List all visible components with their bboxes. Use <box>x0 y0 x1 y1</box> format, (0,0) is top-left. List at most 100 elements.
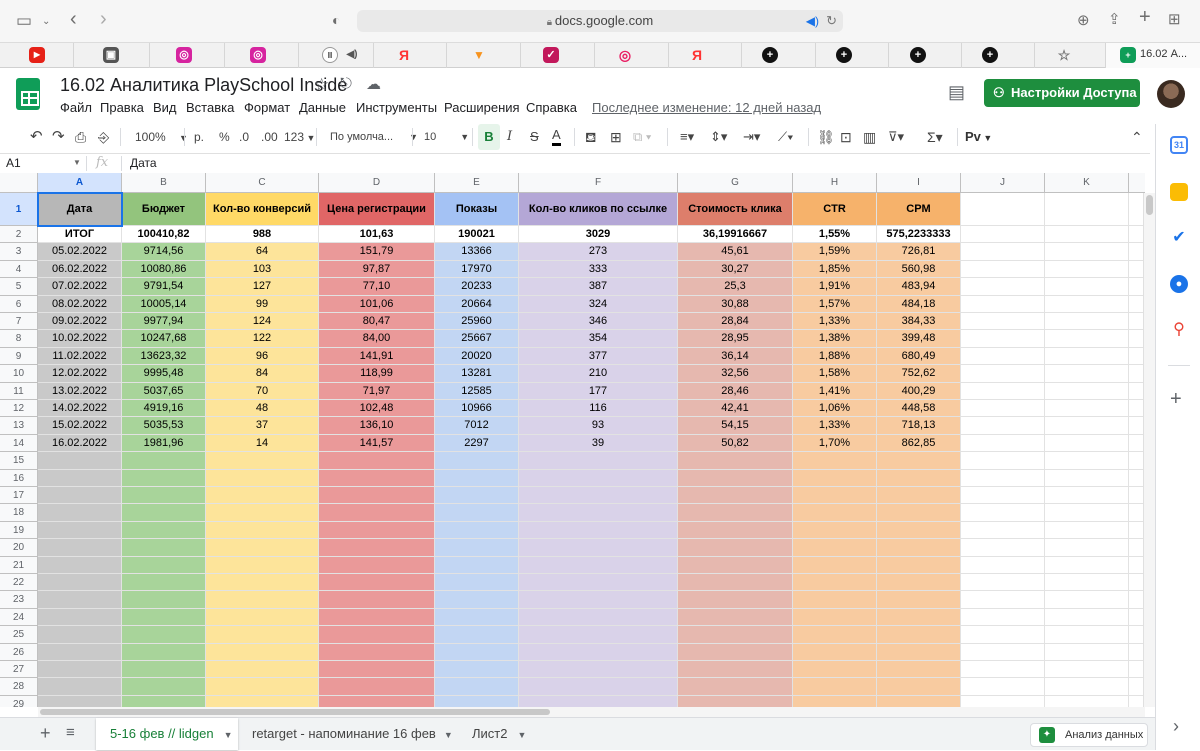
cell[interactable] <box>961 243 1045 261</box>
cell[interactable]: 136,10 <box>319 417 435 435</box>
cell[interactable] <box>435 521 519 540</box>
vertical-scrollbar[interactable] <box>1143 193 1155 707</box>
cell[interactable]: 10005,14 <box>122 295 206 313</box>
yandex-icon[interactable]: Я <box>689 47 705 63</box>
sheet-tab[interactable]: Лист2 ▼ <box>458 718 538 750</box>
cell[interactable]: 16.02.2022 <box>38 434 122 453</box>
cell[interactable] <box>206 504 319 522</box>
cell[interactable] <box>961 487 1045 505</box>
cell[interactable]: 141,57 <box>319 434 435 453</box>
audio-icon[interactable]: ◀︎) <box>806 10 819 32</box>
text-wrap-icon[interactable]: ⇥▾ <box>743 124 760 150</box>
cell[interactable] <box>206 556 319 574</box>
row-header[interactable]: 15 <box>0 452 38 470</box>
menu-file[interactable]: Файл <box>60 100 92 115</box>
cell[interactable] <box>1045 400 1129 418</box>
cell[interactable] <box>122 695 206 707</box>
cell[interactable] <box>1045 539 1129 557</box>
cell[interactable]: 9977,94 <box>122 313 206 331</box>
instagram-icon[interactable]: ◎ <box>250 47 266 63</box>
cell[interactable] <box>678 452 793 470</box>
cell[interactable]: 08.02.2022 <box>38 295 122 313</box>
cell[interactable]: 127 <box>206 278 319 296</box>
cell[interactable] <box>961 504 1045 522</box>
cell[interactable]: 10.02.2022 <box>38 330 122 348</box>
cell[interactable]: 333 <box>519 260 678 279</box>
cell[interactable] <box>961 365 1045 383</box>
cell[interactable]: 39 <box>519 434 678 453</box>
column-header-j[interactable]: J <box>961 173 1045 193</box>
cell[interactable]: 05.02.2022 <box>38 243 122 261</box>
cell[interactable]: 07.02.2022 <box>38 278 122 296</box>
cell[interactable] <box>1045 661 1129 679</box>
cell[interactable] <box>519 643 678 661</box>
cell[interactable] <box>793 626 877 644</box>
cell[interactable]: 122 <box>206 330 319 348</box>
cell[interactable] <box>206 643 319 661</box>
cell[interactable] <box>122 661 206 679</box>
avatar[interactable] <box>1157 80 1185 108</box>
cell[interactable]: 14 <box>206 434 319 453</box>
cell[interactable]: 7012 <box>435 417 519 435</box>
cell[interactable]: 13281 <box>435 365 519 383</box>
row-header[interactable]: 28 <box>0 678 38 696</box>
cell[interactable] <box>435 469 519 487</box>
cell[interactable] <box>206 695 319 707</box>
chevron-down-icon[interactable]: ▼ <box>444 730 453 740</box>
cell[interactable] <box>1045 591 1129 609</box>
cell[interactable] <box>435 608 519 627</box>
cell[interactable] <box>678 661 793 679</box>
cell[interactable] <box>519 608 678 627</box>
cell[interactable] <box>319 695 435 707</box>
cell[interactable] <box>206 626 319 644</box>
cell[interactable]: 20664 <box>435 295 519 313</box>
row-header[interactable]: 19 <box>0 521 38 540</box>
cell[interactable] <box>678 469 793 487</box>
chevron-down-icon[interactable]: ▼ <box>517 730 526 740</box>
cell[interactable] <box>435 504 519 522</box>
cell[interactable] <box>38 452 122 470</box>
cell[interactable] <box>38 487 122 505</box>
menu-edit[interactable]: Правка <box>100 100 144 115</box>
cell[interactable] <box>1045 226 1129 244</box>
cell[interactable] <box>1045 193 1129 226</box>
cell[interactable]: 99 <box>206 295 319 313</box>
menu-data[interactable]: Данные <box>299 100 346 115</box>
row-header[interactable]: 23 <box>0 591 38 609</box>
cell[interactable] <box>38 591 122 609</box>
select-all-corner[interactable] <box>0 173 38 193</box>
cell[interactable]: 483,94 <box>877 278 961 296</box>
cell[interactable]: 12.02.2022 <box>38 365 122 383</box>
cell[interactable] <box>1045 295 1129 313</box>
cell[interactable] <box>877 678 961 696</box>
cell[interactable]: 680,49 <box>877 347 961 366</box>
undo-icon[interactable]: ↶ <box>30 124 43 150</box>
reload-icon[interactable]: ↻ <box>826 10 837 32</box>
cell[interactable]: 10966 <box>435 400 519 418</box>
total-cell[interactable]: 36,19916667 <box>678 226 793 244</box>
cell[interactable]: 1,41% <box>793 382 877 400</box>
cell[interactable]: 9791,54 <box>122 278 206 296</box>
row-header[interactable]: 21 <box>0 556 38 574</box>
fill-color-icon[interactable]: ⛾ <box>585 124 596 150</box>
cell[interactable] <box>519 591 678 609</box>
cell[interactable] <box>122 469 206 487</box>
row-header[interactable]: 13 <box>0 417 38 435</box>
horizontal-align-icon[interactable]: ≡▾ <box>680 124 694 150</box>
cell[interactable] <box>122 591 206 609</box>
move-to-drive-icon[interactable]: ⎋ <box>340 75 352 92</box>
cell[interactable] <box>435 487 519 505</box>
cell[interactable] <box>519 452 678 470</box>
cell[interactable] <box>1045 417 1129 435</box>
cell[interactable]: 09.02.2022 <box>38 313 122 331</box>
cell[interactable] <box>122 452 206 470</box>
cell[interactable] <box>961 608 1045 627</box>
row-header[interactable]: 8 <box>0 330 38 348</box>
plus-circle-icon[interactable]: + <box>910 47 926 63</box>
cell[interactable] <box>319 643 435 661</box>
insert-comment-icon[interactable]: ⊡ <box>840 124 852 150</box>
cell[interactable] <box>319 487 435 505</box>
cell[interactable]: 13366 <box>435 243 519 261</box>
cell[interactable]: 30,88 <box>678 295 793 313</box>
cell[interactable] <box>122 556 206 574</box>
